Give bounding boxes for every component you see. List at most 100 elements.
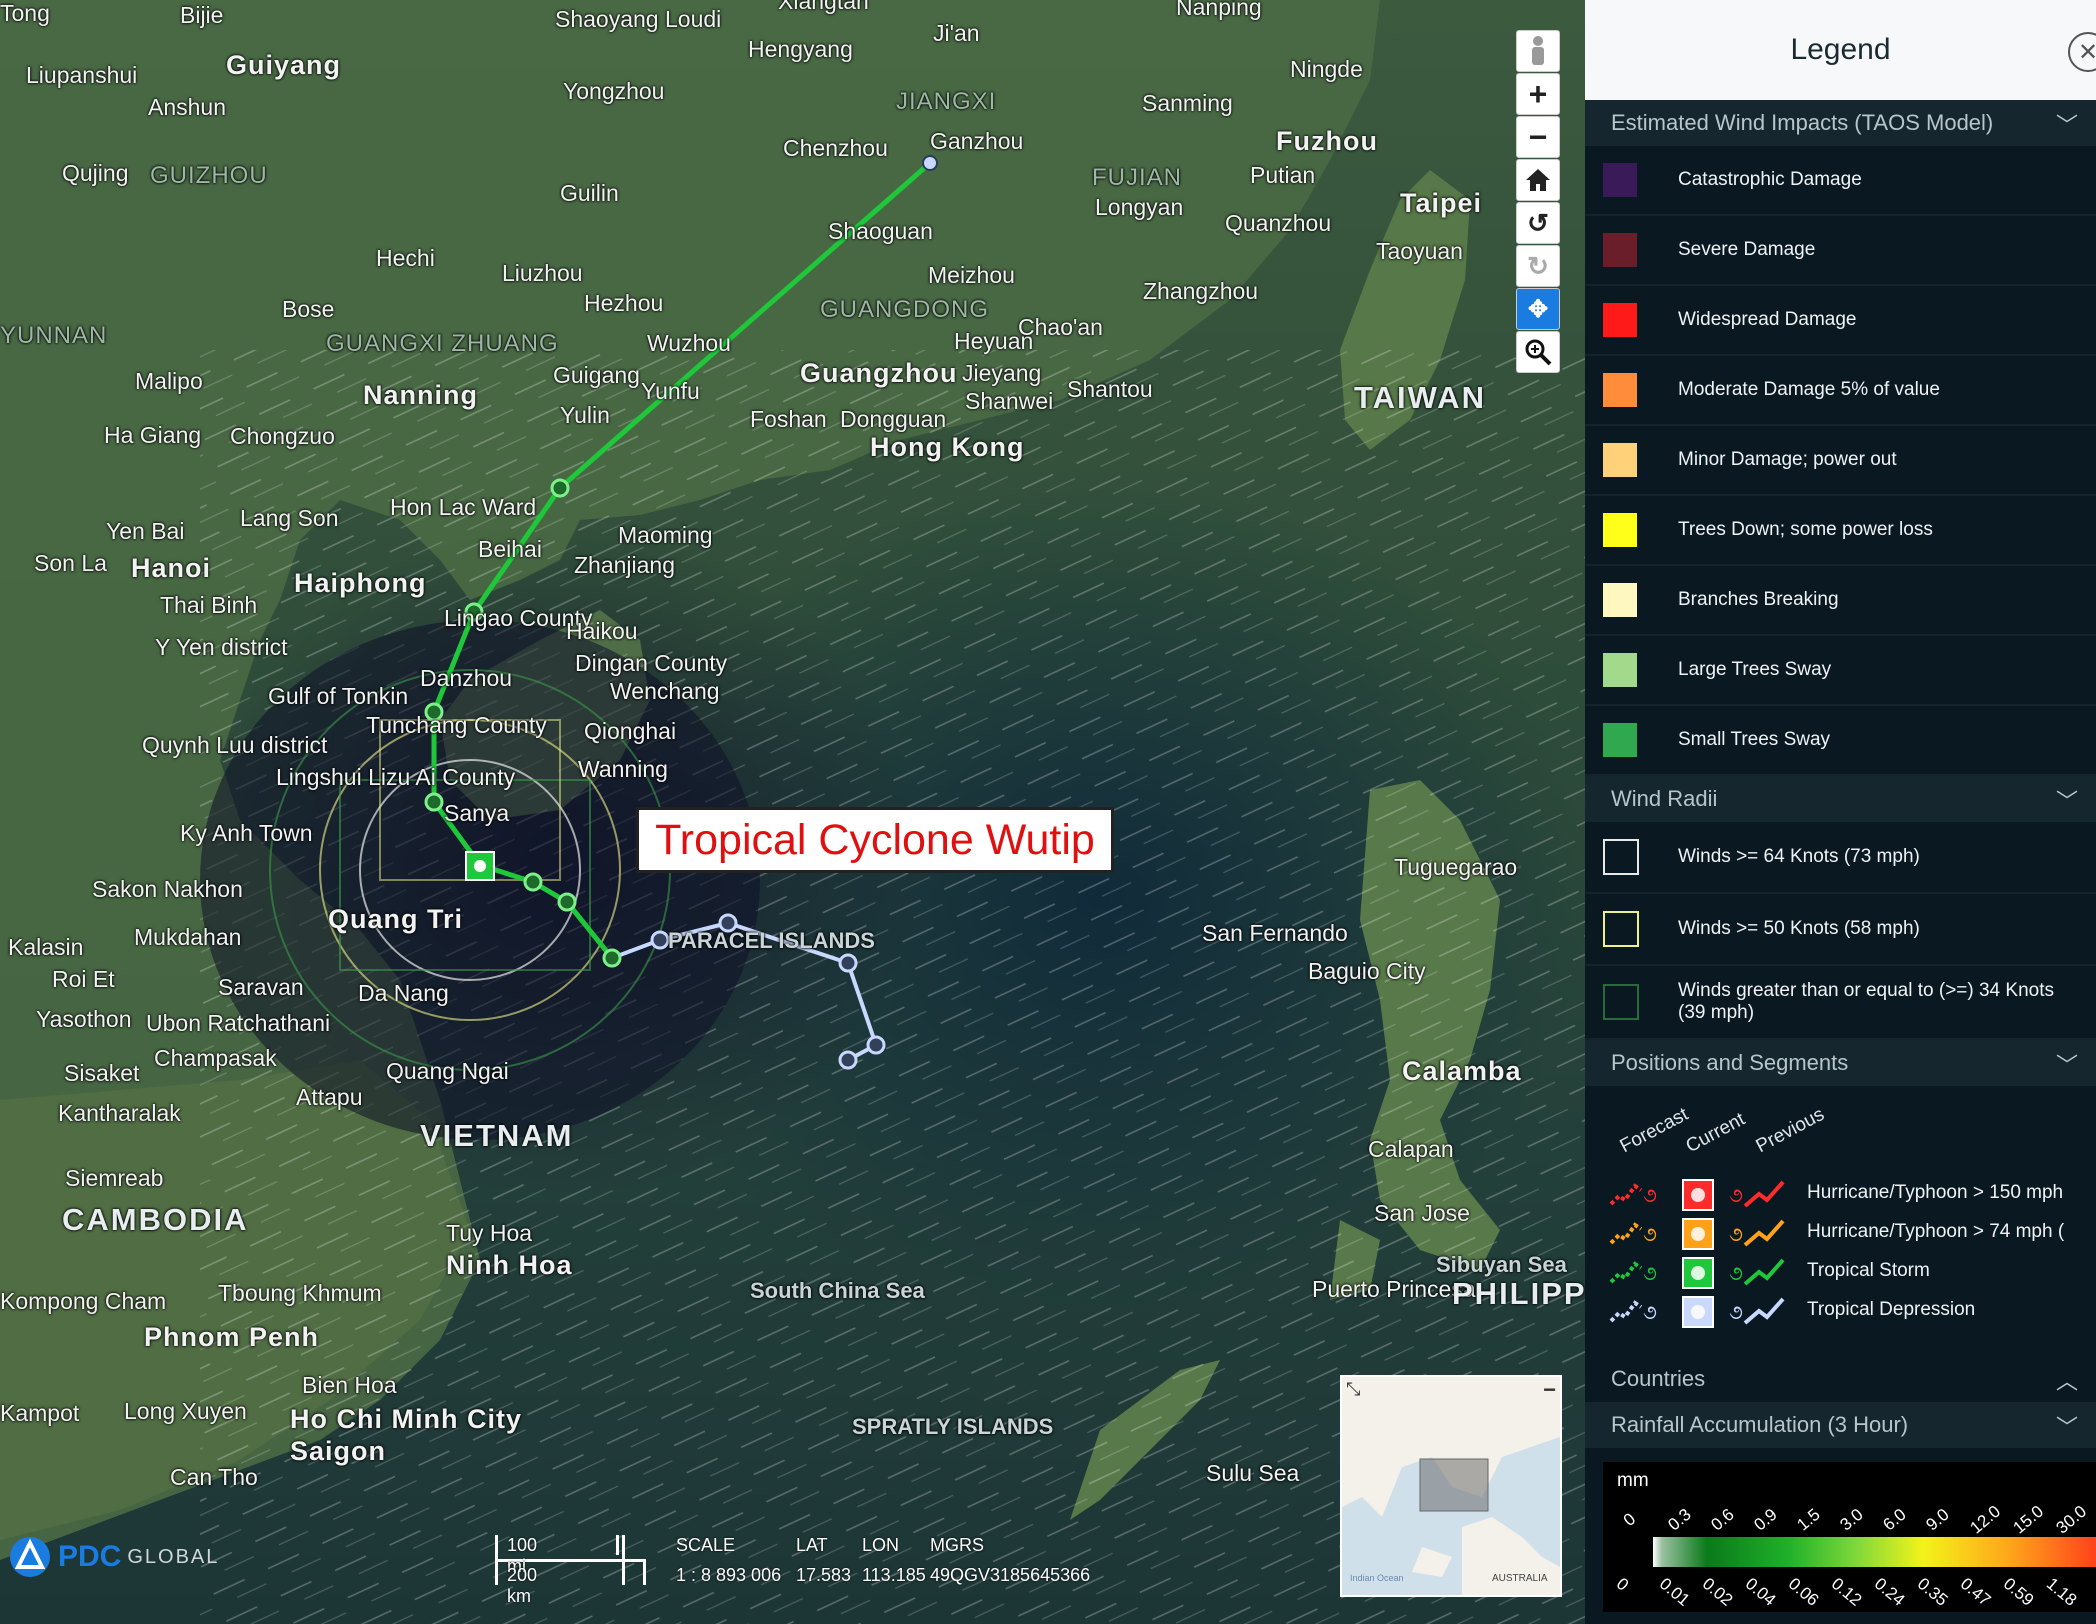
map-label: Sanming — [1142, 90, 1233, 116]
map-label: Taipei — [1400, 188, 1483, 218]
map-label: Yasothon — [36, 1006, 132, 1032]
legend-swatch — [1603, 583, 1637, 617]
zoom-box-icon[interactable] — [1516, 331, 1560, 373]
wind-impact-list: Catastrophic Damage Severe Damage Widespre… — [1585, 146, 2096, 776]
section-wind-radii[interactable]: Wind Radii ﹀ — [1585, 776, 2096, 822]
svg-text:૭: ૭ — [1729, 1183, 1743, 1207]
map-label: Chao'an — [1018, 314, 1103, 340]
map-label: Shaoyang — [555, 6, 659, 32]
map-label: Gulf of Tonkin — [268, 683, 409, 709]
legend-swatch — [1603, 373, 1637, 407]
province-label: JIANGXI — [896, 88, 997, 115]
map-label: Quynh Luu district — [142, 732, 328, 758]
legend-label: Moderate Damage 5% of value — [1678, 379, 1940, 400]
zoom-out-icon[interactable]: − — [1516, 116, 1560, 158]
map-label: Mukdahan — [134, 924, 242, 950]
sea-label: SPRATLY ISLANDS — [852, 1414, 1054, 1439]
map-label: Sakon Nakhon — [92, 876, 243, 902]
legend-swatch — [1603, 443, 1637, 477]
legend-label: Hurricane/Typhoon > 74 mph ( — [1807, 1221, 2065, 1242]
map-label: Calapan — [1368, 1136, 1454, 1162]
legend-title: Legend — [1790, 33, 1891, 66]
pan-icon[interactable]: ✥ — [1516, 288, 1560, 330]
column-header: Previous — [1752, 1103, 1828, 1158]
rainfall-tick: 0.12 — [1827, 1574, 1866, 1610]
map-label: Roi Et — [52, 966, 115, 992]
map-label: Yulin — [560, 402, 610, 428]
map-label: Loudi — [665, 6, 722, 32]
map-label: Son La — [34, 550, 107, 576]
legend-item[interactable]: Winds greater than or equal to (>=) 34 K… — [1585, 966, 2096, 1040]
legend-item[interactable]: Branches Breaking — [1585, 566, 2096, 636]
map-label: Attapu — [296, 1084, 363, 1110]
chevron-down-icon[interactable]: ﹀ — [2056, 108, 2078, 140]
map-label: Kampot — [0, 1400, 80, 1426]
legend-item[interactable]: Winds >= 64 Knots (73 mph) — [1585, 822, 2096, 894]
track-symbol-icon: ૭૭ — [1609, 1179, 1785, 1211]
legend-item[interactable]: Minor Damage; power out — [1585, 426, 2096, 496]
map-label: Tuy Hoa — [446, 1220, 533, 1246]
legend-label: Minor Damage; power out — [1678, 449, 1897, 470]
map-label: Taoyuan — [1376, 238, 1463, 264]
scale-km: 200 km — [507, 1565, 538, 1606]
close-icon[interactable]: ✕ — [2068, 32, 2096, 72]
legend-item[interactable]: Severe Damage — [1585, 216, 2096, 286]
map-label: Beihai — [478, 536, 542, 562]
chevron-down-icon[interactable]: ﹀ — [2056, 784, 2078, 816]
map-label: Da Nang — [358, 980, 449, 1006]
map-label: Zhanjiang — [574, 552, 676, 578]
rainfall-tick: 0.06 — [1784, 1574, 1823, 1610]
map-label: Meizhou — [928, 262, 1015, 288]
map-label: Kalasin — [8, 934, 84, 960]
country-label: VIETNAM — [420, 1118, 574, 1153]
home-icon[interactable] — [1516, 159, 1560, 201]
minimap-collapse-icon[interactable]: − — [1543, 1377, 1556, 1403]
zoom-in-icon[interactable]: + — [1516, 73, 1560, 115]
section-wind-impacts[interactable]: Estimated Wind Impacts (TAOS Model) ﹀ — [1585, 100, 2096, 146]
legend-item[interactable]: Catastrophic Damage — [1585, 146, 2096, 216]
rotate-left-icon[interactable]: ↺ — [1516, 202, 1560, 244]
map-label: Quang Ngai — [386, 1058, 509, 1084]
rainfall-tick: 0.59 — [1999, 1574, 2038, 1610]
svg-text:૭: ૭ — [1729, 1222, 1743, 1246]
lat-value: 17.583 — [796, 1565, 852, 1585]
chevron-down-icon[interactable]: ﹀ — [2056, 1410, 2078, 1442]
country-label: CAMBODIA — [62, 1202, 249, 1237]
map-label: Hon Lac Ward — [390, 494, 537, 520]
legend-swatch — [1603, 653, 1637, 687]
chevron-down-icon[interactable]: ﹀ — [2056, 1048, 2078, 1080]
legend-item[interactable]: Large Trees Sway — [1585, 636, 2096, 706]
legend-item[interactable]: Small Trees Sway — [1585, 706, 2096, 776]
map-label: Haiphong — [294, 568, 427, 598]
legend-item[interactable]: Winds >= 50 Knots (58 mph) — [1585, 894, 2096, 966]
chevron-up-icon[interactable]: ︿ — [2056, 1364, 2078, 1396]
sea-label: Sibuyan Sea — [1436, 1252, 1567, 1277]
map-label: Saravan — [218, 974, 304, 1000]
legend-item[interactable]: Moderate Damage 5% of value — [1585, 356, 2096, 426]
map-label: Wuzhou — [647, 330, 731, 356]
map-label: Qionghai — [584, 718, 677, 744]
rainfall-tick: 12.0 — [1966, 1501, 2005, 1538]
map-label: Quang Tri — [328, 904, 464, 934]
rainfall-tick: 6.0 — [1879, 1504, 1910, 1535]
overview-minimap[interactable]: ⤡ − Indian Ocean AUSTRALIA — [1340, 1375, 1562, 1597]
map-label: Longyan — [1095, 194, 1184, 220]
map-label: Hechi — [376, 245, 435, 271]
legend-header: Legend ✕ — [1585, 0, 2096, 100]
rainfall-colorbar: mm 0 0.3 0.6 0.9 1.5 3.0 6.0 9.0 12.0 15.0 30.0 0 0… — [1603, 1462, 2096, 1612]
legend-item[interactable]: Widespread Damage — [1585, 286, 2096, 356]
rotate-right-icon[interactable]: ↻ — [1516, 245, 1560, 287]
map-label: Shaoguan — [828, 218, 933, 244]
map-label: Bijie — [180, 2, 224, 28]
map-view[interactable]: Tong Bijie Shaoyang Loudi Xiangtan Ji'an… — [0, 0, 1585, 1624]
pegman-icon[interactable] — [1516, 30, 1560, 72]
map-label: San Jose — [1374, 1200, 1470, 1226]
section-countries[interactable]: Countries ︿ — [1585, 1356, 2096, 1402]
minimap-expand-icon[interactable]: ⤡ — [1346, 1379, 1360, 1400]
section-rainfall[interactable]: Rainfall Accumulation (3 Hour) ﹀ — [1585, 1402, 2096, 1448]
cyclone-callout[interactable]: Tropical Cyclone Wutip — [636, 807, 1114, 873]
legend-item[interactable]: Trees Down; some power loss — [1585, 496, 2096, 566]
rainfall-tick: 1.18 — [2042, 1574, 2081, 1610]
section-positions[interactable]: Positions and Segments ﹀ — [1585, 1040, 2096, 1086]
legend-label: Small Trees Sway — [1678, 729, 1831, 750]
